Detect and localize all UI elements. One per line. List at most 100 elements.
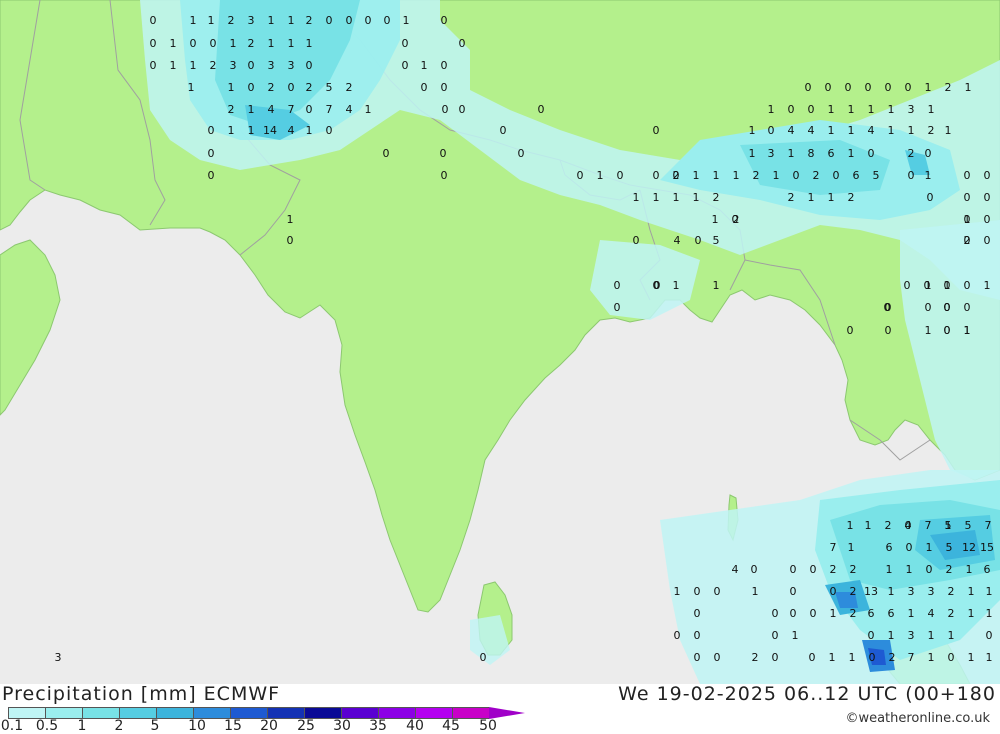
precip-value-label: 0 (442, 103, 449, 116)
precip-value-label: 5 (945, 519, 952, 532)
precip-value-label: 1 (847, 519, 854, 532)
precip-value-label: 1 (228, 81, 235, 94)
precip-value-label: 7 (908, 651, 915, 664)
precip-value-label: 0 (384, 14, 391, 27)
precip-value-label: 0 (865, 81, 872, 94)
precip-value-label: 0 (150, 14, 157, 27)
precip-value-label: 1 (673, 191, 680, 204)
precip-value-label: 2 (850, 607, 857, 620)
precip-value-label: 0 (633, 234, 640, 247)
precip-value-label: 0 (346, 14, 353, 27)
precip-value-label: 1 (964, 324, 971, 337)
precip-value-label: 2 (306, 81, 313, 94)
precip-value-label: 5 (326, 81, 333, 94)
credit-link[interactable]: ©weatheronline.co.uk (845, 711, 990, 726)
precip-value-label: 2 (830, 563, 837, 576)
precip-value-label: 1 (248, 124, 255, 137)
precip-value-label: 1 (808, 191, 815, 204)
precip-value-label: 3 (230, 59, 237, 72)
land-arabia (0, 239, 61, 416)
precip-value-label: 6 (886, 541, 893, 554)
precip-value-label: 6 (853, 169, 860, 182)
precip-value-label: 3 (908, 103, 915, 116)
scale-label: 30 (333, 718, 351, 734)
precip-value-label: 0 (986, 629, 993, 642)
precip-value-label: 2 (228, 103, 235, 116)
precip-value-label: 0 (365, 14, 372, 27)
scale-label: 1 (77, 718, 87, 734)
precip-value-label: 1 (768, 103, 775, 116)
precip-value-label: 2 (673, 169, 680, 182)
scale-label: 35 (369, 718, 387, 734)
precip-value-label: 1 (928, 651, 935, 664)
precip-value-label: 0 (984, 213, 991, 226)
precip-value-label: 2 (945, 81, 952, 94)
precip-value-label: 1 (868, 103, 875, 116)
precip-value-label: 1 (908, 607, 915, 620)
scale-label: 40 (406, 718, 424, 734)
precip-value-label: 5 (946, 541, 953, 554)
precip-value-label: 4 (268, 103, 275, 116)
precip-value-label: 1 (908, 124, 915, 137)
precip-value-label: 0 (306, 59, 313, 72)
precip-value-label: 2 (928, 124, 935, 137)
precip-value-label: 3 (908, 585, 915, 598)
precip-value-label: 3 (268, 59, 275, 72)
precip-value-label: 3 (768, 147, 775, 160)
precip-value-label: 6 (984, 563, 991, 576)
precip-value-label: 0 (614, 301, 621, 314)
precip-value-label: 1 (792, 629, 799, 642)
precip-value-label: 0 (653, 124, 660, 137)
scale-label: 15 (224, 718, 242, 734)
precip-value-label: 1 (306, 124, 313, 137)
precip-value-label: 7 (985, 519, 992, 532)
precip-value-label: 2 (210, 59, 217, 72)
precip-value-label: 0 (772, 651, 779, 664)
precip-value-label: 4 (346, 103, 353, 116)
precip-value-label: 0 (441, 59, 448, 72)
precip-value-label: 1 (752, 585, 759, 598)
precip-value-label: 1 (888, 629, 895, 642)
precip-value-label: 1 (713, 279, 720, 292)
precip-value-label: 0 (830, 585, 837, 598)
precip-value-label: 0 (925, 147, 932, 160)
precip-value-label: 5 (873, 169, 880, 182)
precip-value-label: 0 (948, 651, 955, 664)
precip-value-label: 0 (845, 81, 852, 94)
precip-value-label: 2 (228, 14, 235, 27)
precip-value-label: 1 (968, 607, 975, 620)
scale-label: 0.1 (0, 718, 24, 734)
precip-value-label: 0 (306, 103, 313, 116)
precip-value-label: 1 (968, 651, 975, 664)
precip-value-label: 7 (326, 103, 333, 116)
precip-value-label: 0 (868, 629, 875, 642)
precip-value-label: 3 (248, 14, 255, 27)
precip-value-label: 0 (790, 607, 797, 620)
precip-value-label: 1 (188, 81, 195, 94)
precip-value-label: 0 (459, 37, 466, 50)
precip-value-label: 2 (948, 607, 955, 620)
precip-value-label: 1 (190, 59, 197, 72)
precip-value-label: 0 (577, 169, 584, 182)
precip-value-label: 14 (263, 124, 277, 137)
precip-value-label: 0 (402, 37, 409, 50)
precip-value-label: 1 (170, 59, 177, 72)
precip-value-label: 0 (810, 607, 817, 620)
precip-value-label: 0 (825, 81, 832, 94)
precip-value-label: 1 (986, 607, 993, 620)
precip-value-label: 1 (925, 169, 932, 182)
precip-value-label: 1 (788, 147, 795, 160)
precip-value-label: 6 (828, 147, 835, 160)
precip-value-label: 1 (248, 103, 255, 116)
precip-value-label: 0 (790, 585, 797, 598)
precip-value-label: 1 (849, 651, 856, 664)
precip-value-label: 0 (190, 37, 197, 50)
precip-value-label: 1 (365, 103, 372, 116)
precip-value-label: 8 (808, 147, 815, 160)
precip-value-label: 0 (809, 651, 816, 664)
precipitation-map: 0112311200001001001211100011230330010110… (0, 0, 1000, 684)
precip-value-label: 0 (869, 651, 876, 664)
precip-value-label: 1 (749, 147, 756, 160)
precip-value-label: 0 (694, 607, 701, 620)
precip-value-label: 2 (848, 191, 855, 204)
